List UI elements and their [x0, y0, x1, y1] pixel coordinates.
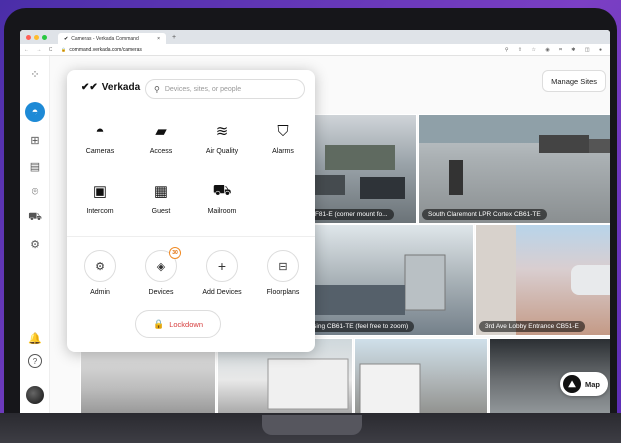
bell-icon[interactable]: 🔔 — [25, 328, 45, 348]
feed-scene — [419, 115, 610, 195]
tool-label: Admin — [90, 289, 110, 296]
verkada-logo-icon: ✔✔ — [81, 82, 98, 93]
manage-sites-button[interactable]: Manage Sites — [542, 70, 606, 92]
lock-icon: 🔒 — [153, 318, 165, 329]
sidebar: ⁘ ◓ ⊞ ▤ ⌾ ⛟ ⚙ 🔔 ? — [20, 56, 50, 422]
camera-grid-area: Manage Sites mont CF81-E (corner mount f… — [50, 56, 610, 422]
delivery-truck-icon: ⛟ — [212, 181, 232, 199]
access-card-icon: ▰ — [155, 123, 167, 140]
search-icon: ⚲ — [154, 84, 160, 94]
air-quality-icon: ≋ — [215, 123, 229, 140]
lock-icon: 🔒 — [61, 47, 67, 52]
admin-gear-icon: ⚙ — [84, 250, 116, 282]
vehicle-icon[interactable]: ⛟ — [25, 208, 45, 228]
feed-scene — [359, 363, 421, 415]
product-alarms[interactable]: ⛉ Alarms — [255, 120, 311, 156]
lockdown-button[interactable]: 🔒 Lockdown — [135, 310, 221, 338]
product-air-quality[interactable]: ≋ Air Quality — [194, 120, 250, 155]
app: ⁘ ◓ ⊞ ▤ ⌾ ⛟ ⚙ 🔔 ? Manage Sites mont CF81… — [20, 56, 610, 422]
laptop-notch — [262, 415, 362, 435]
plus-icon: + — [206, 250, 238, 282]
search-input[interactable]: ⚲ Devices, sites, or people — [145, 79, 305, 99]
minimize-window-dot[interactable] — [34, 34, 39, 40]
product-label: Mailroom — [207, 208, 237, 215]
tab-title: Cameras - Verkada Command — [71, 35, 139, 42]
shield-icon: ⛉ — [277, 122, 289, 140]
help-icon[interactable]: ? — [28, 354, 42, 368]
grid-pattern-icon[interactable]: ⁘ — [25, 64, 45, 84]
laptop-base — [0, 413, 621, 443]
camera-feed[interactable] — [354, 338, 488, 422]
lockdown-label: Lockdown — [169, 319, 203, 329]
screen: ✔ Cameras - Verkada Command × + ← → C 🔒 c… — [20, 30, 610, 422]
browser-tab[interactable]: ✔ Cameras - Verkada Command × — [58, 33, 166, 44]
product-launcher-menu: ✔✔ Verkada ⚲ Devices, sites, or people ◓… — [67, 70, 315, 352]
new-tab-button[interactable]: + — [172, 34, 176, 41]
product-label: Cameras — [85, 148, 115, 155]
map-icon: ⛰ — [563, 375, 581, 393]
product-guest[interactable]: ▦ Guest — [133, 180, 189, 215]
devices-glyph: ◈ — [156, 260, 166, 273]
nav-buttons[interactable]: ← → C — [24, 47, 55, 53]
verkada-favicon: ✔ — [64, 35, 69, 42]
tool-add-devices[interactable]: + Add Devices — [193, 250, 251, 296]
avatar[interactable] — [26, 386, 44, 404]
map-button[interactable]: ⛰ Map — [560, 372, 608, 396]
product-intercom[interactable]: ▣ Intercom — [72, 180, 128, 215]
product-label: Alarms — [272, 148, 294, 155]
floorplan-icon[interactable]: ⊞ — [25, 130, 45, 150]
tool-floorplans[interactable]: ⊟ Floorplans — [254, 250, 312, 296]
brand-name: Verkada — [101, 82, 141, 93]
product-access[interactable]: ▰ Access — [133, 120, 189, 155]
search-placeholder: Devices, sites, or people — [164, 85, 242, 93]
product-mailroom[interactable]: ⛟ Mailroom — [194, 180, 250, 216]
verkada-logo[interactable]: ✔✔ Verkada — [81, 82, 140, 93]
tool-label: Add Devices — [202, 289, 242, 296]
devices-count-badge: 30 — [169, 247, 181, 259]
product-label: Intercom — [86, 208, 114, 215]
tool-label: Floorplans — [266, 289, 300, 296]
camera-icon: ◓ — [95, 122, 105, 140]
map-button-label: Map — [585, 379, 600, 389]
camera-feed[interactable]: South Claremont LPR Cortex CB61-TE — [418, 114, 610, 224]
intercom-icon: ▣ — [92, 183, 108, 200]
camera-icon[interactable]: ◓ — [25, 102, 45, 122]
tool-admin[interactable]: ⚙ Admin — [71, 250, 129, 296]
product-label: Guest — [151, 208, 171, 215]
product-label: Access — [149, 148, 173, 155]
archive-icon[interactable]: ▤ — [25, 156, 45, 176]
menu-divider — [67, 236, 315, 237]
floorplan-icon: ⊟ — [267, 250, 299, 282]
person-scan-icon[interactable]: ⌾ — [25, 182, 45, 202]
browser-toolbar-icons[interactable]: ⚲ ⇧ ☆ ◉ ⌗ ✱ ◫ ● — [505, 47, 606, 53]
browser-tab-bar: ✔ Cameras - Verkada Command × + — [20, 30, 610, 44]
laptop-bezel: ✔ Cameras - Verkada Command × + ← → C 🔒 c… — [4, 8, 617, 443]
product-label: Air Quality — [205, 148, 239, 155]
feed-caption: South Claremont LPR Cortex CB61-TE — [422, 209, 547, 220]
camera-feed[interactable]: 3rd Ave Lobby Entrance CB51-E — [475, 224, 610, 336]
guest-badge-icon: ▦ — [153, 183, 169, 200]
address-bar: ← → C 🔒 command.verkada.com/cameras ⚲ ⇧ … — [20, 44, 610, 56]
url-field[interactable]: command.verkada.com/cameras — [69, 47, 504, 53]
devices-icon: ◈ 30 — [145, 247, 181, 282]
tab-close-icon[interactable]: × — [157, 36, 160, 42]
feed-caption: 3rd Ave Lobby Entrance CB51-E — [479, 321, 585, 332]
feed-scene — [476, 225, 610, 335]
settings-icon[interactable]: ⚙ — [25, 234, 45, 254]
close-window-dot[interactable] — [26, 34, 31, 40]
product-cameras[interactable]: ◓ Cameras — [72, 120, 128, 156]
tool-devices[interactable]: ◈ 30 Devices — [132, 247, 190, 296]
tool-label: Devices — [148, 289, 174, 296]
maximize-window-dot[interactable] — [42, 34, 47, 40]
